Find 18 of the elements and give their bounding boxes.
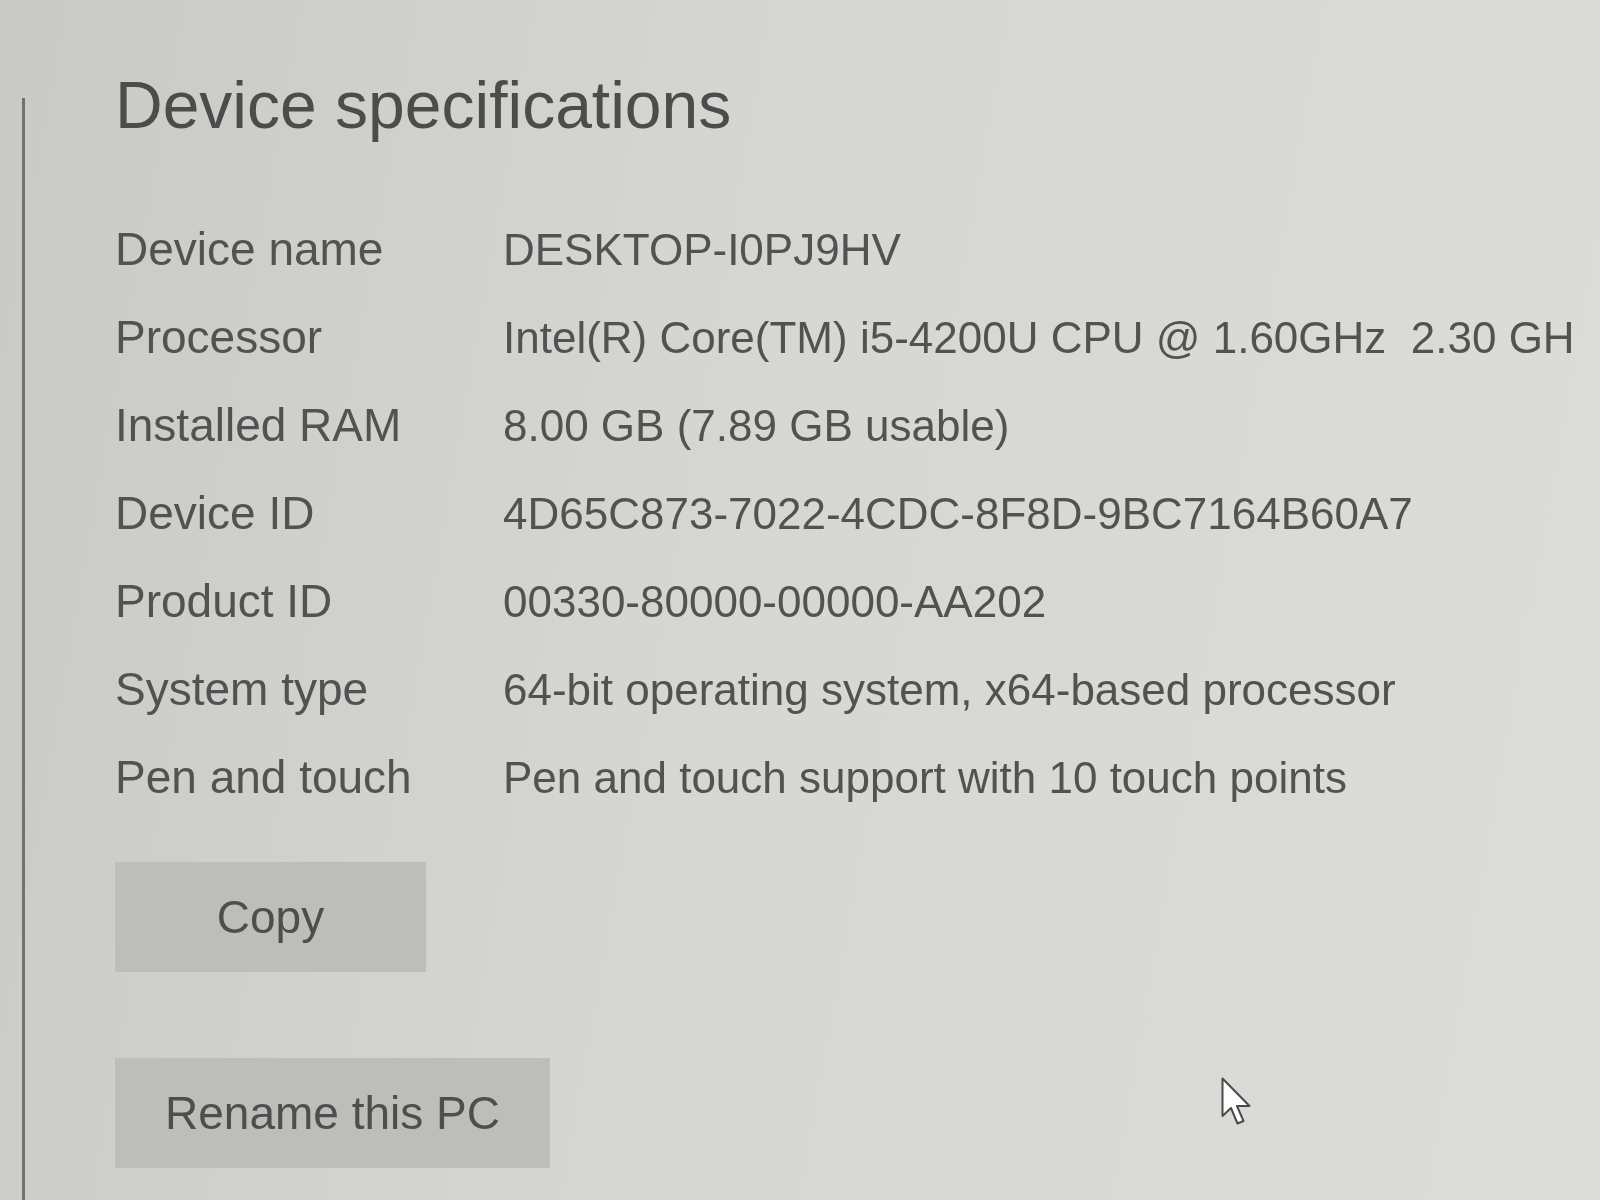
spec-value: DESKTOP-I0PJ9HV: [503, 224, 902, 276]
spec-value: 00330-80000-00000-AA202: [503, 576, 1048, 628]
spec-value: 4D65C873-7022-4CDC-8F8D-9BC7164B60A7: [503, 488, 1414, 540]
spec-label: System type: [115, 662, 370, 717]
spec-label: Device ID: [115, 486, 316, 541]
spec-label: Installed RAM: [115, 398, 403, 453]
copy-button[interactable]: Copy: [115, 862, 426, 972]
spec-label: Product ID: [115, 574, 334, 629]
section-title: Device specifications: [115, 67, 733, 144]
spec-value: Intel(R) Core(TM) i5-4200U CPU @ 1.60GHz 2.30 GH: [503, 312, 1575, 364]
spec-label: Processor: [115, 310, 324, 365]
spec-value: 8.00 GB (7.89 GB usable): [503, 400, 1011, 452]
pointer-cursor-icon: [1221, 1077, 1251, 1125]
spec-label: Pen and touch: [115, 750, 413, 805]
spec-label: Device name: [115, 222, 385, 277]
spec-value: 64-bit operating system, x64-based processor: [503, 664, 1397, 716]
rename-button[interactable]: Rename this PC: [115, 1058, 550, 1168]
spec-value: Pen and touch support with 10 touch points: [503, 752, 1348, 804]
